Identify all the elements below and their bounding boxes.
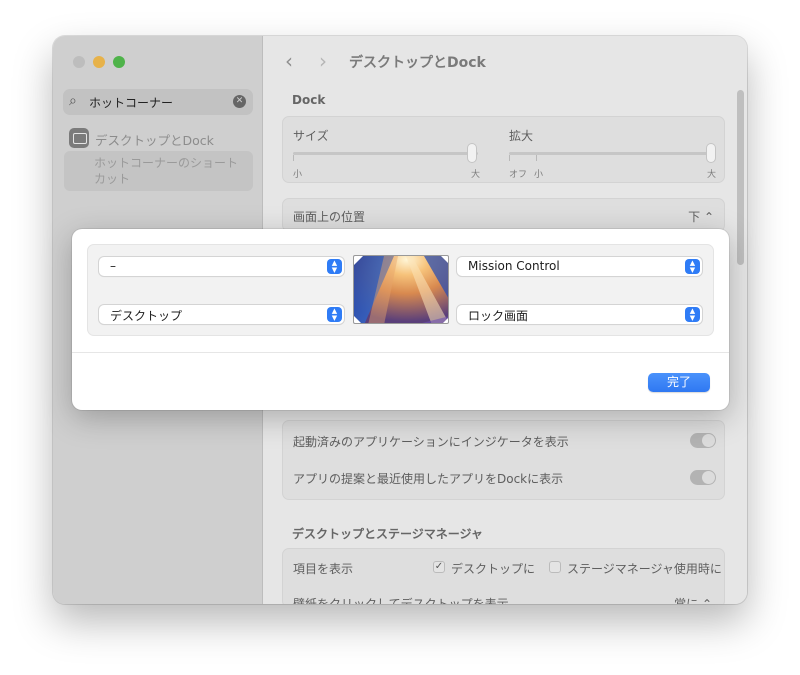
click-wallpaper-select[interactable]: 常に ⌃	[674, 595, 712, 604]
show-items-label: 項目を表示	[293, 562, 354, 576]
magnify-slider-knob[interactable]	[707, 144, 715, 162]
position-row: 画面上の位置 下 ⌃	[282, 198, 725, 232]
top-left-corner-value: –	[110, 259, 116, 273]
indicator-label: 起動済みのアプリケーションにインジケータを表示	[293, 435, 569, 449]
size-slider-track[interactable]	[293, 152, 478, 155]
sidebar-subitem-hot-corners[interactable]: ホットコーナーのショートカット	[64, 151, 253, 191]
wallpaper-graphic	[354, 256, 448, 323]
zoom-window-button[interactable]	[113, 56, 125, 68]
scrollbar[interactable]	[737, 90, 744, 265]
updown-chevron-icon: ⌃	[703, 210, 714, 224]
size-slider-knob[interactable]	[468, 144, 477, 162]
magnify-off-label: オフ	[509, 170, 528, 180]
sidebar-item-label: デスクトップとDock	[95, 133, 214, 148]
desktop-preview-image	[353, 255, 449, 324]
bottom-right-corner-value: ロック画面	[468, 309, 529, 323]
magnify-slider-tick	[509, 155, 510, 161]
forward-chevron-icon[interactable]: ›	[319, 49, 327, 73]
top-right-corner-value: Mission Control	[468, 259, 560, 273]
size-max-label: 大	[471, 170, 481, 180]
search-input[interactable]: ホットコーナー	[89, 94, 173, 111]
dock-toggle-group: 起動済みのアプリケーションにインジケータを表示 アプリの提案と最近使用したアプリ…	[282, 420, 725, 500]
bottom-right-corner-select[interactable]: ロック画面 ▲ ▼	[457, 305, 702, 324]
updown-chevron-icon: ⌃	[701, 597, 712, 604]
desktop-dock-icon	[69, 128, 89, 148]
show-desktop-label: デスクトップに	[451, 562, 536, 576]
position-label: 画面上の位置	[293, 210, 366, 224]
stage-section-title: デスクトップとステージマネージャ	[292, 527, 483, 541]
back-chevron-icon[interactable]: ‹	[285, 49, 293, 73]
size-min-label: 小	[293, 170, 303, 180]
suggest-label: アプリの提案と最近使用したアプリをDockに表示	[293, 472, 564, 486]
indicator-toggle[interactable]	[690, 433, 716, 448]
magnify-min-label: 小	[534, 170, 544, 180]
click-wallpaper-value: 常に	[674, 597, 699, 604]
dialog-divider	[72, 352, 729, 353]
click-wallpaper-label: 壁紙をクリックしてデスクトップを表示	[293, 597, 509, 604]
size-label: サイズ	[293, 129, 329, 143]
updown-chevron-icon: ▲ ▼	[327, 259, 342, 274]
magnify-max-label: 大	[707, 170, 717, 180]
updown-chevron-icon: ▲ ▼	[685, 307, 700, 322]
show-stage-checkbox[interactable]	[549, 561, 561, 573]
bottom-left-corner-value: デスクトップ	[110, 309, 183, 323]
dock-size-magnify-group: サイズ 小 大 拡大 オフ 小 大	[282, 116, 725, 183]
position-select[interactable]: 下 ⌃	[688, 208, 714, 225]
top-right-corner-select[interactable]: Mission Control ▲ ▼	[457, 257, 702, 276]
stage-group: 項目を表示 ✓ デスクトップに ステージマネージャ使用時に 壁紙をクリックしてデ…	[282, 548, 725, 604]
magnify-slider-tick	[536, 155, 537, 161]
show-desktop-checkbox[interactable]: ✓	[433, 561, 445, 573]
suggest-toggle[interactable]	[690, 470, 716, 485]
hot-corners-dialog: – ▲ ▼ デスクトップ ▲ ▼ Mission Control ▲ ▼ ロック…	[72, 229, 729, 410]
search-field[interactable]: ⌕ ホットコーナー ✕	[63, 89, 253, 115]
show-stage-label: ステージマネージャ使用時に	[567, 562, 722, 576]
page-title: デスクトップとDock	[349, 55, 486, 71]
clear-search-icon[interactable]: ✕	[233, 95, 246, 108]
updown-chevron-icon: ▲ ▼	[327, 307, 342, 322]
minimize-window-button[interactable]	[93, 56, 105, 68]
top-left-corner-select[interactable]: – ▲ ▼	[99, 257, 344, 276]
search-icon: ⌕	[69, 93, 77, 109]
magnify-label: 拡大	[509, 129, 534, 143]
magnify-slider-track[interactable]	[509, 152, 715, 155]
done-button[interactable]: 完了	[648, 373, 710, 392]
close-window-button[interactable]	[73, 56, 85, 68]
size-slider-tick	[293, 155, 294, 161]
bottom-left-corner-select[interactable]: デスクトップ ▲ ▼	[99, 305, 344, 324]
dock-section-title: Dock	[292, 93, 326, 107]
updown-chevron-icon: ▲ ▼	[685, 259, 700, 274]
position-value: 下	[688, 210, 701, 224]
